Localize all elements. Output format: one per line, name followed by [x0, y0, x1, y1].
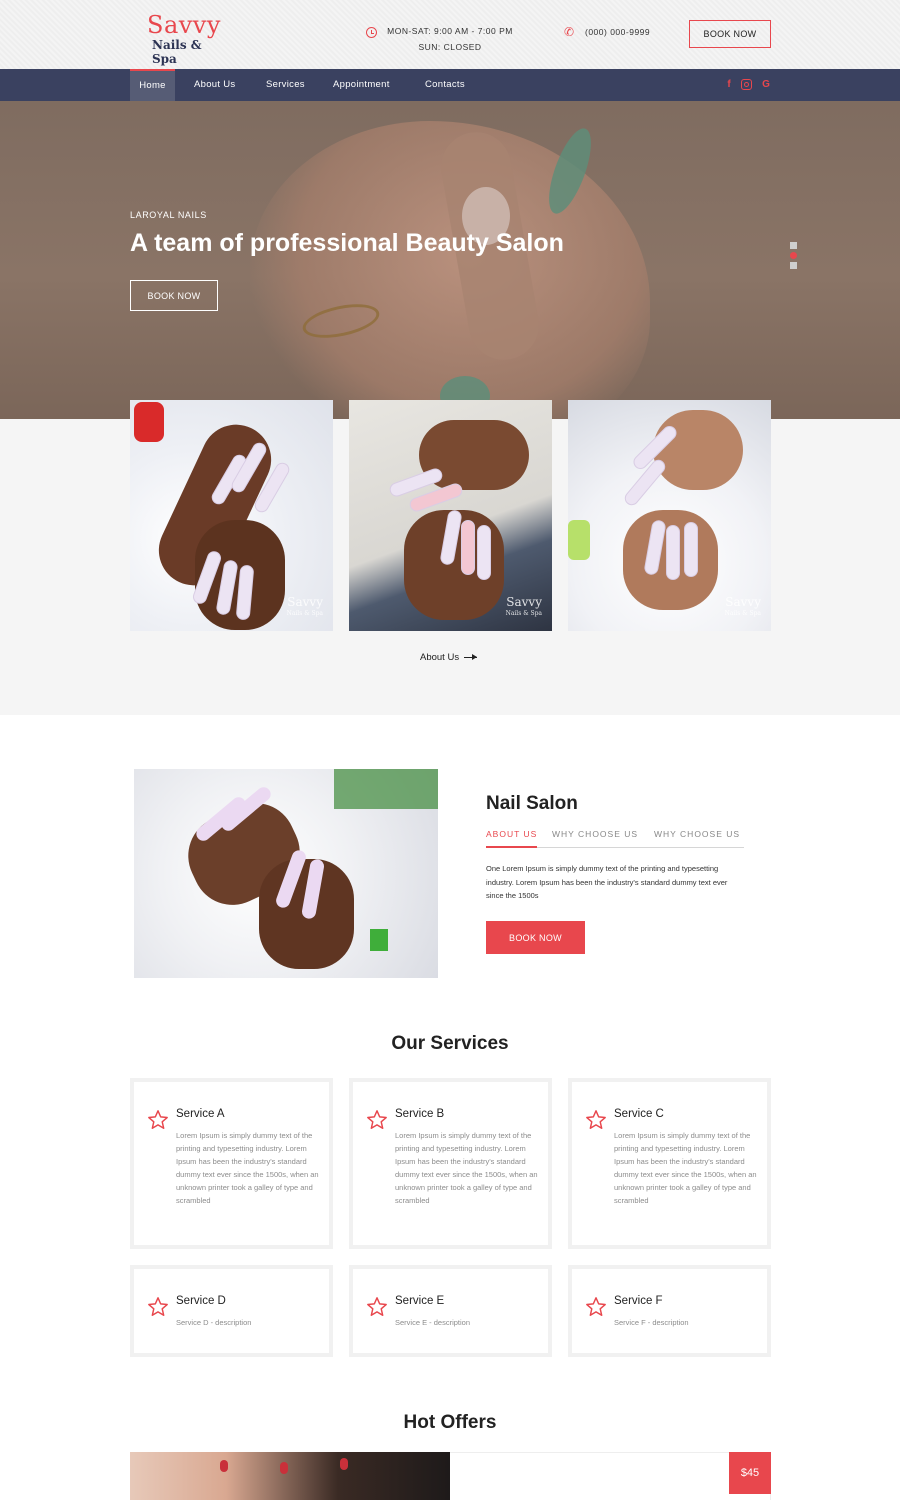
slider-dot-active[interactable] — [790, 252, 797, 259]
header-book-now-button[interactable]: BOOK NOW — [689, 20, 771, 48]
logo[interactable]: Savvy Nails & Spa — [147, 11, 227, 66]
watermark-logo: Savvy Nails & Spa — [286, 595, 323, 619]
logo-sub-text: Nails & Spa — [152, 38, 202, 66]
hot-offers-title: Hot Offers — [403, 1412, 497, 1433]
hero-eyebrow: LAROYAL NAILS — [130, 210, 207, 220]
main-nav: Home About Us Services Appointment Conta… — [0, 69, 900, 101]
watermark-logo: Savvy Nails & Spa — [505, 595, 542, 619]
gallery-image[interactable]: Savvy Nails & Spa — [349, 400, 552, 631]
star-icon — [367, 1297, 387, 1316]
watermark-logo: Savvy Nails & Spa — [724, 595, 761, 619]
facebook-icon[interactable]: f — [723, 78, 735, 92]
services-title: Our Services — [391, 1033, 509, 1054]
service-description: Service F - description — [614, 1318, 689, 1327]
salon-description: One Lorem Ipsum is simply dummy text of … — [486, 864, 728, 900]
service-description: Lorem Ipsum is simply dummy text of the … — [176, 1131, 319, 1205]
watermark-main: Savvy — [506, 595, 542, 609]
watermark-main: Savvy — [725, 595, 761, 609]
nail-shape — [340, 1458, 348, 1470]
service-name: Service B — [395, 1108, 445, 1120]
salon-title: Nail Salon — [486, 793, 578, 814]
star-icon — [586, 1110, 606, 1129]
green-object — [568, 520, 590, 560]
star-icon — [367, 1110, 387, 1129]
nav-about-us[interactable]: About Us — [194, 69, 235, 101]
nav-home[interactable]: Home — [130, 69, 175, 101]
service-name: Service E — [395, 1295, 445, 1307]
nail-shape — [280, 1462, 288, 1474]
hero-book-now-button[interactable]: BOOK NOW — [130, 280, 218, 311]
star-icon — [148, 1297, 168, 1316]
top-header: Savvy Nails & Spa MON-SAT: 9:00 AM - 7:0… — [0, 0, 900, 69]
service-card[interactable]: Service D Service D - description — [130, 1265, 333, 1357]
phone-number: (000) 000-9999 — [585, 27, 651, 37]
salon-book-now-button[interactable]: BOOK NOW — [486, 921, 585, 954]
offer-price-badge: $45 — [729, 1452, 771, 1494]
service-card[interactable]: Service B Lorem Ipsum is simply dummy te… — [349, 1078, 552, 1249]
hero-title: A team of professional Beauty Salon — [130, 229, 564, 257]
slider-dot[interactable] — [790, 262, 797, 269]
tab-about-us[interactable]: ABOUT US — [486, 829, 538, 848]
service-card[interactable]: Service E Service E - description — [349, 1265, 552, 1357]
red-object — [134, 402, 164, 442]
nail-shape — [220, 1460, 228, 1472]
gallery-image[interactable]: Savvy Nails & Spa — [130, 400, 333, 631]
hand-shape — [653, 410, 743, 490]
offer-details — [450, 1452, 771, 1500]
nail-shape — [666, 525, 680, 580]
tab-why-choose-us-2[interactable]: WHY CHOOSE US — [654, 829, 740, 848]
watermark-sub: Nails & Spa — [505, 610, 542, 617]
service-name: Service D — [176, 1295, 226, 1307]
clock-icon — [366, 27, 377, 38]
tab-why-choose-us[interactable]: WHY CHOOSE US — [552, 829, 638, 848]
salon-tabs: ABOUT US WHY CHOOSE US WHY CHOOSE US — [486, 829, 744, 848]
hours-sunday: SUN: CLOSED — [418, 42, 482, 52]
service-description: Service E - description — [395, 1318, 471, 1327]
watermark-main: Savvy — [287, 595, 323, 609]
offer-image[interactable] — [130, 1452, 450, 1500]
gallery-image[interactable]: Savvy Nails & Spa — [568, 400, 771, 631]
slider-dot[interactable] — [790, 242, 797, 249]
instagram-icon[interactable] — [741, 79, 752, 90]
watermark-sub: Nails & Spa — [724, 610, 761, 617]
about-us-link[interactable]: About Us — [420, 652, 478, 663]
service-card[interactable]: Service A Lorem Ipsum is simply dummy te… — [130, 1078, 333, 1249]
nail-shape — [461, 520, 475, 575]
logo-main-text: Savvy — [147, 11, 221, 39]
salon-image — [134, 769, 438, 978]
google-icon[interactable]: G — [760, 78, 772, 92]
nail-shape — [684, 522, 698, 577]
service-description: Lorem Ipsum is simply dummy text of the … — [395, 1131, 538, 1205]
slider-dots — [790, 242, 798, 272]
hero-banner: LAROYAL NAILS A team of professional Bea… — [0, 101, 900, 419]
service-card[interactable]: Service F Service F - description — [568, 1265, 771, 1357]
arrow-right-icon — [464, 653, 478, 660]
nav-contacts[interactable]: Contacts — [425, 69, 465, 101]
watermark-sub: Nails & Spa — [286, 610, 323, 617]
star-icon — [586, 1297, 606, 1316]
nav-appointment[interactable]: Appointment — [333, 69, 390, 101]
about-us-link-label: About Us — [420, 652, 460, 663]
service-description: Service D - description — [176, 1318, 252, 1327]
nav-services[interactable]: Services — [266, 69, 305, 101]
service-name: Service A — [176, 1108, 225, 1120]
plant-shape — [334, 769, 438, 809]
phone-icon: ✆ — [564, 25, 575, 39]
service-description: Lorem Ipsum is simply dummy text of the … — [614, 1131, 757, 1205]
service-card[interactable]: Service C Lorem Ipsum is simply dummy te… — [568, 1078, 771, 1249]
service-name: Service F — [614, 1295, 663, 1307]
service-name: Service C — [614, 1108, 664, 1120]
hours-weekday: MON-SAT: 9:00 AM - 7:00 PM — [387, 26, 513, 36]
nail-shape — [477, 525, 491, 580]
star-icon — [148, 1110, 168, 1129]
green-object — [370, 929, 388, 951]
